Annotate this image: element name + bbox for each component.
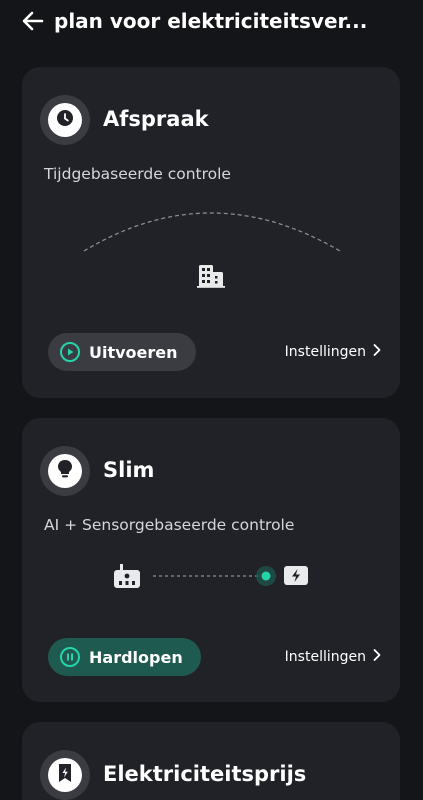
run-button[interactable]: Uitvoeren — [48, 333, 196, 371]
running-button-label: Hardlopen — [89, 647, 183, 667]
building-icon — [197, 265, 225, 288]
settings-link-label: Instellingen — [284, 344, 366, 360]
clock-icon — [55, 108, 75, 132]
chevron-right-icon — [372, 648, 382, 666]
smart-card[interactable]: Slim AI + Sensorgebaseerde controle Hard… — [22, 418, 400, 702]
play-icon — [60, 342, 80, 362]
card-icon-badge — [40, 95, 90, 145]
top-bar: plan voor elektriciteitsver... — [0, 0, 423, 44]
card-title: Afspraak — [103, 107, 209, 131]
settings-link-label: Instellingen — [284, 649, 366, 665]
settings-link[interactable]: Instellingen — [285, 343, 382, 361]
lightbulb-icon — [55, 458, 75, 484]
schedule-illustration — [83, 212, 341, 288]
card-title: Elektriciteitsprijs — [103, 762, 307, 786]
page-title: plan voor elektriciteitsver... — [54, 9, 368, 33]
price-tag-icon — [56, 763, 74, 787]
card-subtitle: AI + Sensorgebaseerde controle — [44, 516, 295, 534]
card-subtitle: Tijdgebaseerde controle — [44, 165, 231, 183]
time-arc — [83, 212, 341, 252]
run-button-label: Uitvoeren — [89, 342, 178, 362]
signal-dot — [256, 566, 276, 586]
running-button[interactable]: Hardlopen — [48, 638, 201, 676]
card-icon-badge — [40, 446, 90, 496]
back-arrow-icon[interactable] — [20, 8, 46, 34]
battery-charge-icon — [284, 566, 308, 585]
chevron-right-icon — [372, 343, 382, 361]
meter-icon — [114, 564, 140, 588]
schedule-card[interactable]: Afspraak Tijdgebaseerde controle Uitvoer… — [22, 67, 400, 398]
card-title: Slim — [103, 458, 155, 482]
settings-link[interactable]: Instellingen — [285, 648, 382, 666]
smart-illustration — [114, 564, 308, 588]
pause-icon — [60, 647, 80, 667]
electricity-price-card[interactable]: Elektriciteitsprijs — [22, 722, 400, 800]
card-icon-badge — [40, 750, 90, 800]
